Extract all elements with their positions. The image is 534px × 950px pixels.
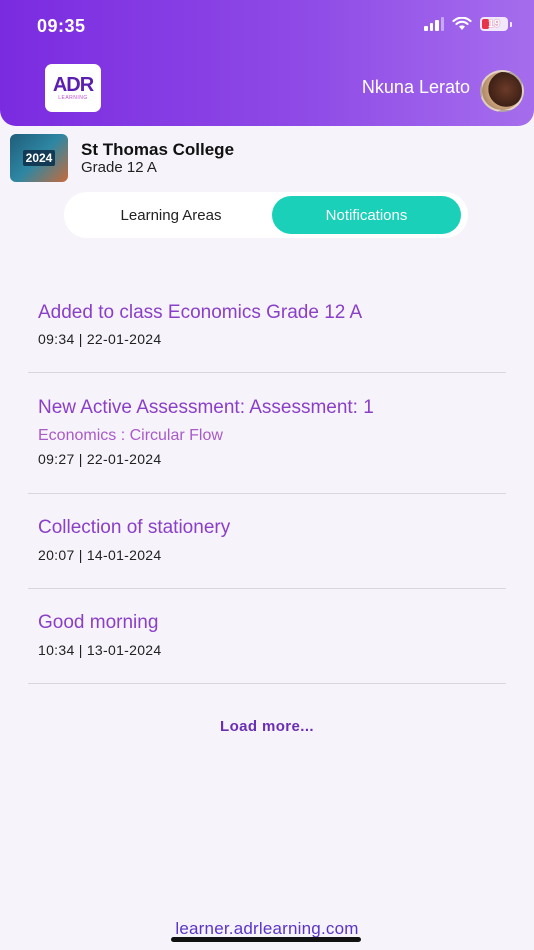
load-more-button[interactable]: Load more... xyxy=(0,718,534,735)
home-indicator[interactable] xyxy=(171,937,361,942)
notification-item[interactable]: Added to class Economics Grade 12 A 09:3… xyxy=(28,282,506,373)
school-badge: 2024 xyxy=(10,134,68,182)
notification-meta: 09:34 | 22-01-2024 xyxy=(38,331,162,347)
status-time: 09:35 xyxy=(37,16,86,36)
notification-item[interactable]: Collection of stationery 20:07 | 14-01-2… xyxy=(28,494,506,589)
logo-mark: ADR xyxy=(52,73,94,96)
user-name[interactable]: Nkuna Lerato xyxy=(362,77,470,98)
battery-level: 19 xyxy=(487,18,501,30)
footer-url-link[interactable]: learner.adrlearning.com xyxy=(0,919,534,939)
school-name: St Thomas College xyxy=(81,140,235,159)
notification-title: New Active Assessment: Assessment: 1 xyxy=(38,397,374,418)
avatar[interactable] xyxy=(480,70,524,112)
wifi-icon xyxy=(452,17,472,30)
notification-meta: 20:07 | 14-01-2024 xyxy=(38,547,162,563)
app-logo[interactable]: ADR LEARNING xyxy=(45,64,101,112)
notification-meta: 10:34 | 13-01-2024 xyxy=(38,642,162,658)
notifications-list: Added to class Economics Grade 12 A 09:3… xyxy=(28,282,506,684)
tab-learning-areas[interactable]: Learning Areas xyxy=(72,196,270,234)
tab-notifications[interactable]: Notifications xyxy=(272,196,461,234)
tab-switcher: Learning Areas Notifications xyxy=(64,192,468,238)
notification-title: Good morning xyxy=(38,612,159,633)
notification-subtitle: Economics : Circular Flow xyxy=(38,427,223,444)
status-icons: 19 xyxy=(424,17,512,31)
battery-icon: 19 xyxy=(480,17,508,31)
school-badge-year: 2024 xyxy=(22,150,56,166)
school-grade: Grade 12 A xyxy=(81,159,157,176)
notification-title: Added to class Economics Grade 12 A xyxy=(38,302,363,323)
notification-meta: 09:27 | 22-01-2024 xyxy=(38,451,162,467)
notification-title: Collection of stationery xyxy=(38,517,231,538)
app-header: 09:35 19 ADR LEARNING Nkuna Lerato xyxy=(0,0,534,126)
cellular-signal-icon xyxy=(424,17,444,31)
logo-subtext: LEARNING xyxy=(58,94,88,101)
notification-item[interactable]: Good morning 10:34 | 13-01-2024 xyxy=(28,589,506,684)
notification-item[interactable]: New Active Assessment: Assessment: 1 Eco… xyxy=(28,373,506,494)
